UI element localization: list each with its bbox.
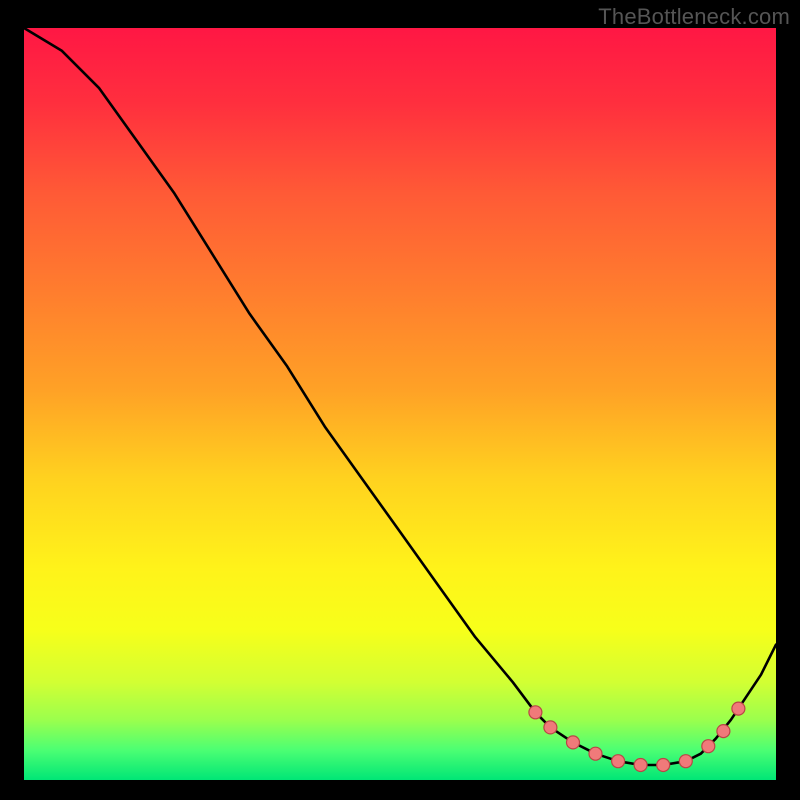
- curve-marker: [612, 755, 625, 768]
- chart-stage: TheBottleneck.com: [0, 0, 800, 800]
- curve-marker: [589, 747, 602, 760]
- curve-marker: [679, 755, 692, 768]
- curve-marker: [634, 759, 647, 772]
- curve-marker: [529, 706, 542, 719]
- plot-area: [24, 28, 776, 780]
- curve-marker: [567, 736, 580, 749]
- curve-marker: [657, 759, 670, 772]
- curve-marker: [717, 725, 730, 738]
- chart-svg: [24, 28, 776, 780]
- watermark-text: TheBottleneck.com: [598, 4, 790, 30]
- curve-marker: [702, 740, 715, 753]
- curve-marker: [544, 721, 557, 734]
- curve-marker: [732, 702, 745, 715]
